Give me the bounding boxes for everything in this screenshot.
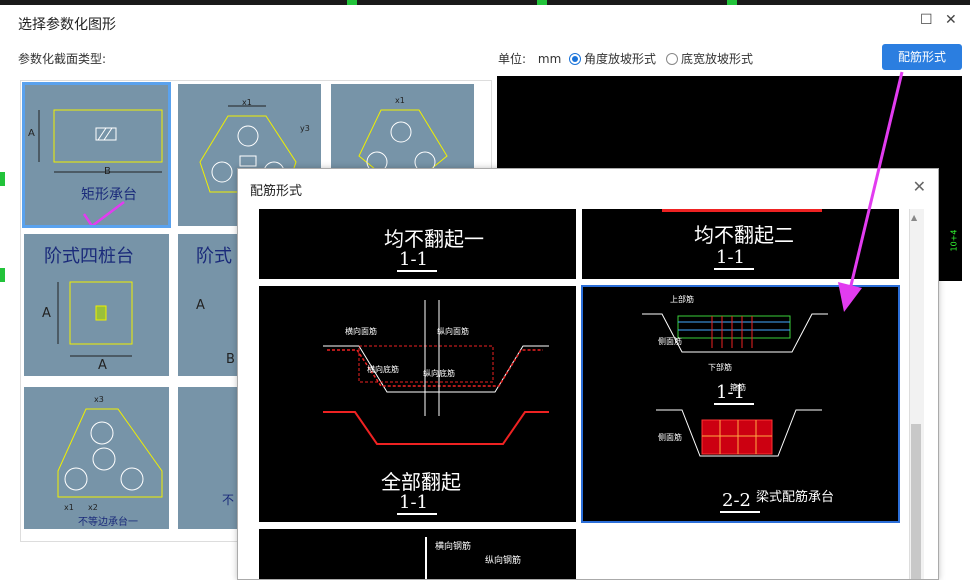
unit-caption: 单位: <box>498 52 527 66</box>
section-type-label: 参数化截面类型: <box>18 52 107 66</box>
beam-cap-label: 梁式配筋承台 <box>756 490 835 505</box>
unit-label: 单位: mm <box>498 50 561 67</box>
dialog-close-icon[interactable]: ✕ <box>913 177 926 196</box>
label-trans-face: 横向面筋 <box>345 327 377 336</box>
radio-width-unselected[interactable] <box>666 53 678 65</box>
label-long-face: 纵向面筋 <box>437 327 469 336</box>
dim-a-label-bottom: A <box>98 358 107 373</box>
opt2-label: 均不翻起二 <box>694 223 794 247</box>
radio-angle-slope[interactable]: 角度放坡形式 <box>569 50 656 67</box>
unit-value: mm <box>537 52 562 66</box>
unequal-partial-label: 不 <box>222 493 235 507</box>
x2-label: x2 <box>88 503 98 512</box>
opt3-label: 全部翻起 <box>381 470 461 494</box>
handle-marker <box>347 0 357 5</box>
shape-stepped-four[interactable]: 阶式四桩台 A A <box>24 234 169 376</box>
opt1-section: 1-1 <box>399 249 428 270</box>
opt2-section: 1-1 <box>716 247 745 268</box>
dim-b-label: B <box>226 352 235 367</box>
opt3-section: 1-1 <box>399 492 428 513</box>
rect-cap-drawing <box>38 109 163 226</box>
handle-marker <box>0 172 5 186</box>
rect-cap-label: 矩形承台 <box>81 187 137 203</box>
option-all-bend[interactable]: 横向面筋 纵向面筋 横向底筋 纵向底筋 全部翻起 1-1 <box>259 286 576 522</box>
label-trans-steel: 横向钢筋 <box>435 542 472 552</box>
dim-a-label: A <box>42 306 51 321</box>
maximize-icon[interactable]: ☐ <box>920 12 933 28</box>
rebar-line <box>425 537 427 579</box>
beam-section-11: 1-1 <box>716 382 745 403</box>
radio-angle-label: 角度放坡形式 <box>584 52 657 66</box>
handle-marker <box>727 0 737 5</box>
underline <box>714 268 754 270</box>
handle-marker <box>0 268 5 282</box>
label-long-bottom: 纵向底筋 <box>423 369 455 378</box>
label-top: 上部筋 <box>670 295 694 304</box>
stepped-partial-label: 阶式 <box>196 246 232 267</box>
label-side-2: 侧面筋 <box>658 433 682 442</box>
shape-unequal-cap[interactable]: x3 x1 x2 不等边承台一 <box>24 387 169 529</box>
radio-width-slope[interactable]: 底宽放坡形式 <box>666 50 753 67</box>
label-bottom: 下部筋 <box>708 363 732 372</box>
preview-dim: 10+4 <box>949 229 959 252</box>
shape-rect-cap[interactable]: A B 矩形承台 <box>22 82 171 228</box>
radio-width-label: 底宽放坡形式 <box>681 52 754 66</box>
rebar-form-button[interactable]: 配筋形式 <box>882 44 962 70</box>
option-more[interactable]: 横向钢筋 纵向钢筋 <box>259 529 576 579</box>
annotation-arrow <box>838 71 904 312</box>
underline <box>397 270 437 272</box>
label-side: 侧面筋 <box>658 337 682 346</box>
x3-label: x3 <box>94 395 104 404</box>
window-title: 选择参数化图形 <box>18 17 116 33</box>
scroll-up-icon[interactable]: ▲ <box>911 213 917 222</box>
x1-label: x1 <box>242 98 252 107</box>
dialog-title: 配筋形式 <box>250 184 303 199</box>
dim-b-label: B <box>104 166 111 177</box>
x1-label: x1 <box>395 96 405 105</box>
underline <box>720 511 760 513</box>
dim-a-label: A <box>196 298 205 313</box>
option-beam-cap-selected[interactable]: 上部筋 侧面筋 下部筋 箍筋 侧面筋 1-1 2-2 梁式配筋承台 <box>581 285 900 523</box>
beam-section-22: 2-2 <box>722 490 751 511</box>
handle-marker <box>537 0 547 5</box>
y3-label: y3 <box>300 124 310 133</box>
radio-angle-selected[interactable] <box>569 53 581 65</box>
red-bar <box>662 209 822 212</box>
underline <box>397 513 437 515</box>
label-trans-bottom: 横向底筋 <box>367 365 399 374</box>
top-border <box>0 0 970 5</box>
stepped-four-label: 阶式四桩台 <box>44 246 134 267</box>
option-no-bend-1[interactable]: 均不翻起一 1-1 <box>259 209 576 279</box>
opt1-label: 均不翻起一 <box>384 227 484 251</box>
x1-label: x1 <box>64 503 74 512</box>
unequal-cap-label: 不等边承台一 <box>78 517 138 528</box>
underline <box>714 403 754 405</box>
scrollbar-thumb[interactable] <box>911 424 921 579</box>
dim-a-label: A <box>28 128 35 139</box>
close-icon[interactable]: ✕ <box>945 12 957 28</box>
label-long-steel: 纵向钢筋 <box>485 556 522 566</box>
